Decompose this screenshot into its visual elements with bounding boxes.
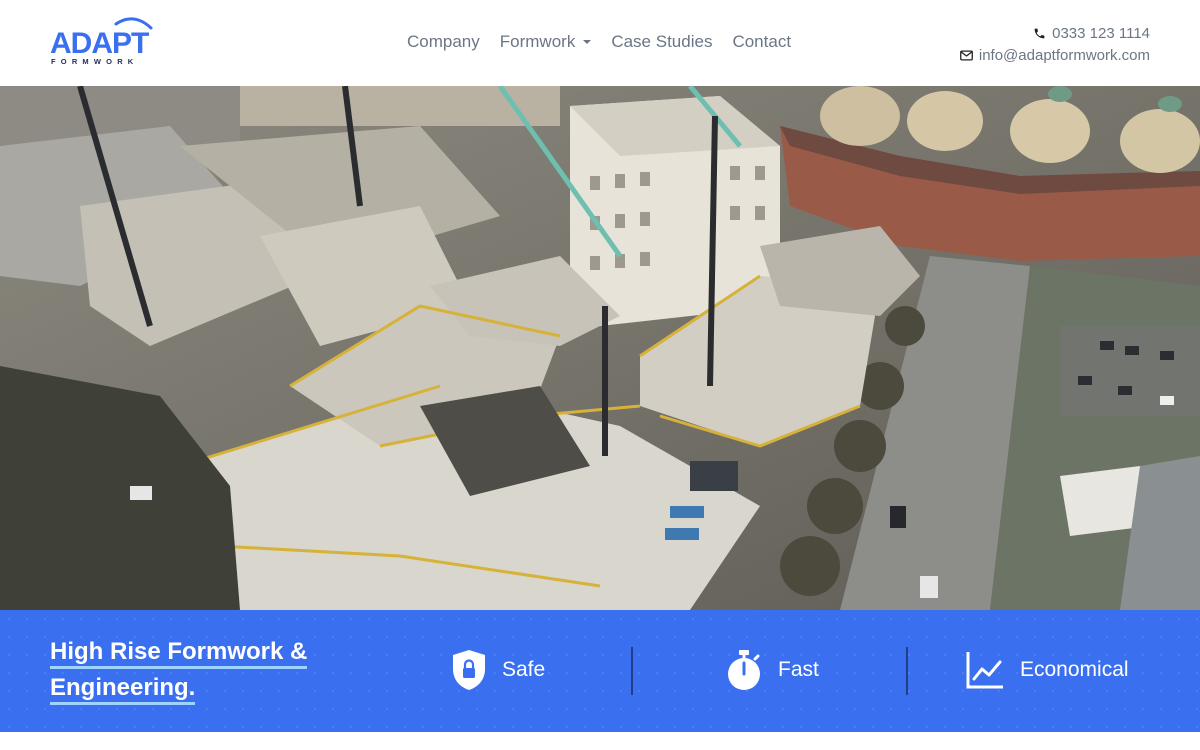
nav-formwork[interactable]: Formwork — [500, 32, 592, 52]
phone-link[interactable]: 0333 123 1114 — [960, 22, 1150, 44]
nav-case-studies-label: Case Studies — [611, 32, 713, 51]
shield-lock-icon — [452, 649, 486, 691]
feature-safe-label: Safe — [502, 658, 546, 681]
hero-tagline: High Rise Formwork & Engineering. — [50, 634, 350, 706]
logo-wordmark: ADAPT — [50, 27, 149, 60]
nav-contact[interactable]: Contact — [732, 32, 791, 52]
main-nav: Company Formwork Case Studies Contact — [407, 32, 811, 52]
nav-company[interactable]: Company — [407, 32, 480, 52]
feature-divider — [906, 647, 908, 695]
feature-safe: Safe — [452, 646, 545, 694]
feature-fast-label: Fast — [778, 658, 819, 681]
feature-economical-label: Economical — [1020, 658, 1129, 681]
nav-company-label: Company — [407, 32, 480, 51]
tagline-line-2: Engineering. — [50, 674, 196, 705]
tagline-line-1: High Rise Formwork & — [50, 638, 308, 669]
feature-fast: Fast — [726, 646, 819, 694]
site-header: ADAPT FORMWORK Company Formwork Case Stu… — [0, 0, 1200, 86]
email-text: info@adaptformwork.com — [978, 46, 1150, 64]
nav-case-studies[interactable]: Case Studies — [611, 32, 712, 52]
chevron-down-icon — [583, 40, 592, 44]
page-bottom — [0, 732, 1200, 750]
construction-site-illustration — [0, 86, 1200, 610]
phone-icon — [1034, 28, 1045, 38]
line-chart-icon — [966, 651, 1004, 689]
brand-logo[interactable]: ADAPT FORMWORK — [50, 14, 154, 68]
stopwatch-icon — [726, 649, 762, 691]
nav-contact-label: Contact — [732, 32, 792, 51]
phone-text: 0333 123 1114 — [1052, 24, 1150, 42]
hero-image — [0, 86, 1200, 610]
feature-economical: Economical — [966, 646, 1129, 694]
email-link[interactable]: info@adaptformwork.com — [959, 44, 1150, 66]
nav-formwork-label: Formwork — [499, 32, 576, 51]
feature-band: High Rise Formwork & Engineering. Safe F… — [0, 610, 1200, 732]
logo-subtext: FORMWORK — [51, 57, 138, 66]
envelope-icon — [959, 49, 973, 61]
feature-divider — [631, 647, 633, 695]
header-contact: 0333 123 1114 info@adaptformwork.com — [959, 22, 1150, 66]
